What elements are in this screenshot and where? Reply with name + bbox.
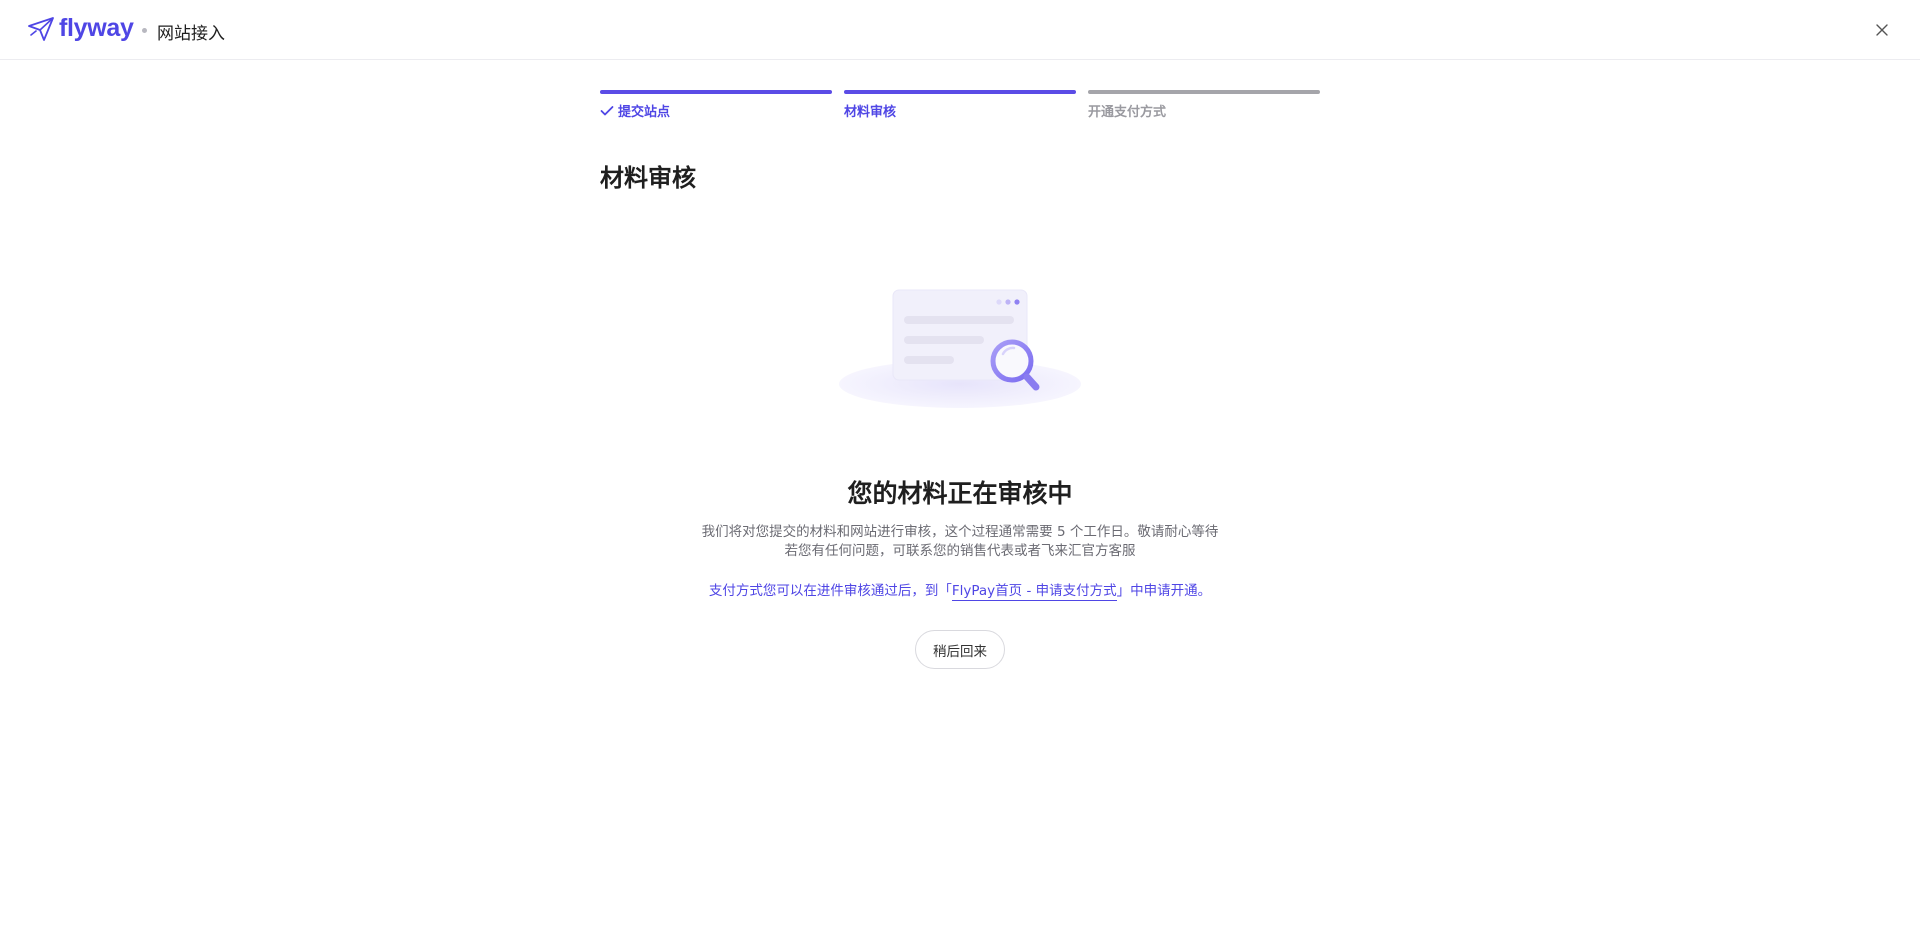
- paper-plane-icon: [28, 16, 54, 41]
- page-header-title: 网站接入: [157, 24, 225, 44]
- step-material-review: 材料审核: [844, 90, 1076, 120]
- step-submit-site: 提交站点: [600, 90, 832, 120]
- close-icon: [1876, 24, 1888, 36]
- status-title: 您的材料正在审核中: [847, 479, 1073, 508]
- step-bar: [844, 90, 1076, 94]
- step-label: 开通支付方式: [1088, 105, 1167, 120]
- header-separator-dot: [142, 28, 147, 33]
- brand-name: flyway: [59, 14, 134, 42]
- payment-notice: 支付方式您可以在进件审核通过后，到「FlyPay首页 - 申请支付方式」中申请开…: [0, 579, 1920, 601]
- notice-prefix: 支付方式您可以在进件审核通过后，到「: [708, 583, 952, 599]
- review-illustration: [839, 289, 1081, 408]
- come-back-later-button[interactable]: 稍后回来: [915, 630, 1005, 669]
- step-enable-payment: 开通支付方式: [1088, 90, 1320, 120]
- step-bar: [600, 90, 832, 94]
- top-header: flyway 网站接入: [0, 0, 1920, 60]
- status-description-line2: 若您有任何问题，可联系您的销售代表或者飞来汇官方客服: [784, 543, 1136, 559]
- status-description-line1: 我们将对您提交的材料和网站进行审核，这个过程通常需要 5 个工作日。敬请耐心等待: [701, 524, 1219, 540]
- step-label: 提交站点: [618, 105, 671, 120]
- progress-steps: 提交站点 材料审核 开通支付方式: [600, 90, 1320, 120]
- flyway-logo[interactable]: flyway: [28, 14, 134, 43]
- flypay-apply-payment-link[interactable]: FlyPay首页 - 申请支付方式: [951, 583, 1117, 601]
- notice-suffix: 」中申请开通。: [1116, 583, 1212, 599]
- step-bar: [1088, 90, 1320, 94]
- step-label: 材料审核: [844, 105, 897, 120]
- page-title: 材料审核: [600, 164, 696, 192]
- close-button[interactable]: [1872, 20, 1892, 40]
- check-icon: [600, 105, 614, 115]
